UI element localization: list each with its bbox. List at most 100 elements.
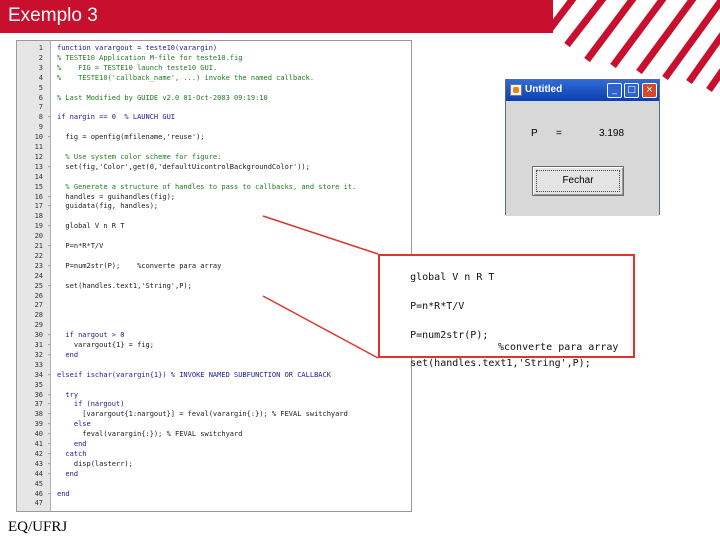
breakpoint-marker[interactable]: - [47, 112, 51, 122]
minimize-icon[interactable]: _ [607, 83, 622, 98]
breakpoint-marker[interactable]: - [47, 221, 51, 231]
zoom-line-code: P=n*R*T/V [410, 301, 465, 312]
line-number: 16 [34, 192, 43, 201]
line-number: 9 [38, 123, 43, 132]
code-line: 17- guidata(fig, handles); [17, 201, 411, 211]
code-text: elseif ischar(varargin{1}) % INVOKE NAME… [57, 370, 331, 379]
code-line: 26 [17, 291, 411, 301]
line-number: 30 [34, 331, 43, 340]
code-line: 38- [varargout{1:nargout}] = feval(varar… [17, 409, 411, 419]
code-text: % FIG = TESTE10 launch teste10 GUI. [57, 63, 218, 72]
window-titlebar[interactable]: Untitled _ □ × [506, 80, 659, 101]
code-line: 8- if nargin == 0 % LAUNCH GUI [17, 112, 411, 122]
line-number: 41 [34, 440, 43, 448]
line-number: 24 [34, 271, 43, 280]
code-line: 37- if (nargout) [17, 399, 411, 409]
code-line: 1 function varargout = teste10(varargin) [17, 43, 411, 53]
line-number: 12 [34, 152, 43, 161]
breakpoint-marker[interactable]: - [47, 390, 51, 400]
code-line: 6 % Last Modified by GUIDE v2.0 01-Oct-20… [17, 93, 411, 103]
code-text: function varargout = teste10(varargin) [57, 44, 218, 52]
code-text: if nargout > 0 [57, 331, 125, 340]
breakpoint-marker[interactable]: - [47, 489, 51, 499]
code-line: 4 % TESTE10('callback_name', ...) invoke … [17, 73, 411, 83]
code-text: P=num2str(P); %converte para array [57, 261, 222, 270]
code-line: 42- catch [17, 449, 411, 459]
breakpoint-marker[interactable]: - [47, 409, 51, 419]
slide-title: Exemplo 3 [8, 5, 98, 26]
breakpoint-marker[interactable]: - [47, 350, 51, 360]
code-line: 10- fig = openfig(mfilename,'reuse'); [17, 132, 411, 142]
line-number: 7 [38, 103, 43, 112]
line-number: 35 [34, 380, 43, 389]
code-line: 5 [17, 83, 411, 93]
breakpoint-marker[interactable]: - [47, 132, 51, 142]
code-text: fig = openfig(mfilename,'reuse'); [57, 133, 205, 142]
code-line: 30- if nargout > 0 [17, 330, 411, 340]
line-number: 47 [34, 499, 43, 508]
code-text: end [57, 489, 70, 498]
code-text: set(handles.text1,'String',P); [57, 281, 192, 290]
breakpoint-marker[interactable]: - [47, 330, 51, 340]
code-line: 33 [17, 360, 411, 370]
line-number: 28 [34, 311, 43, 320]
breakpoint-marker[interactable]: - [47, 241, 51, 251]
line-number: 34 [34, 370, 43, 379]
code-line: 41- end [17, 439, 411, 449]
code-line: 29 [17, 320, 411, 330]
line-number: 2 [38, 53, 43, 62]
breakpoint-marker[interactable]: - [47, 449, 51, 459]
zoom-line-code: P=num2str(P); [410, 330, 489, 341]
code-text: try [57, 390, 79, 399]
code-text: set(fig,'Color',get(0,'defaultUicontrolB… [57, 162, 310, 171]
breakpoint-marker[interactable]: - [47, 459, 51, 469]
code-text: global V n R T [57, 222, 125, 231]
breakpoint-marker[interactable]: - [47, 192, 51, 202]
breakpoint-marker[interactable]: - [47, 261, 51, 271]
code-line: 3 % FIG = TESTE10 launch teste10 GUI. [17, 63, 411, 73]
close-icon[interactable]: × [642, 83, 657, 98]
line-number: 23 [34, 261, 43, 270]
pressure-label: P [531, 128, 538, 139]
code-line: 16- handles = guihandles(fig); [17, 192, 411, 202]
code-text: % Use system color scheme for figure: [57, 152, 222, 161]
code-line: 22 [17, 251, 411, 261]
code-text: % TESTE10 Application M-file for teste10… [57, 53, 243, 62]
breakpoint-marker[interactable]: - [47, 439, 51, 449]
breakpoint-marker[interactable]: - [47, 370, 51, 380]
fechar-button[interactable]: Fechar [532, 166, 624, 196]
code-line: 14 [17, 172, 411, 182]
line-number: 3 [38, 63, 43, 72]
code-text: handles = guihandles(fig); [57, 192, 176, 201]
code-text: if (nargout) [57, 400, 125, 409]
breakpoint-marker[interactable]: - [47, 429, 51, 439]
breakpoint-marker[interactable]: - [47, 340, 51, 350]
breakpoint-marker[interactable]: - [47, 399, 51, 409]
line-number: 17 [34, 202, 43, 211]
breakpoint-marker[interactable]: - [47, 419, 51, 429]
code-text: feval(varargin{:}); % FEVAL switchyard [57, 430, 243, 439]
breakpoint-marker[interactable]: - [47, 162, 51, 172]
line-number: 13 [34, 162, 43, 171]
breakpoint-marker[interactable]: - [47, 201, 51, 211]
code-editor[interactable]: 1 function varargout = teste10(varargin) 2… [16, 40, 412, 512]
line-number: 15 [34, 182, 43, 191]
code-line: 25- set(handles.text1,'String',P); [17, 281, 411, 291]
breakpoint-marker[interactable]: - [47, 469, 51, 479]
code-line: 39- else [17, 419, 411, 429]
code-line: 23- P=num2str(P); %converte para array [17, 261, 411, 271]
code-line: 2 % TESTE10 Application M-file for teste1… [17, 53, 411, 63]
line-number: 31 [34, 341, 43, 349]
matlab-figure-icon [510, 84, 522, 96]
line-number: 20 [34, 232, 43, 241]
line-number: 10 [34, 133, 43, 142]
window-title: Untitled [525, 84, 563, 95]
code-line: 34- elseif ischar(varargin{1}) % INVOKE N… [17, 370, 411, 380]
line-number: 6 [38, 93, 43, 102]
maximize-icon[interactable]: □ [624, 83, 639, 98]
line-number: 45 [34, 479, 43, 488]
line-number: 32 [34, 350, 43, 359]
breakpoint-marker[interactable]: - [47, 281, 51, 291]
slide-footer: EQ/UFRJ [8, 519, 68, 535]
code-text: P=n*R*T/V [57, 242, 104, 250]
